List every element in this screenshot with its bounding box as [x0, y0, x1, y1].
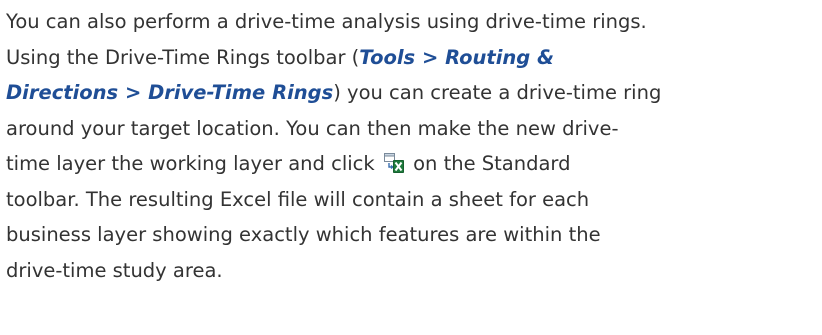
help-paragraph: You can also perform a drive-time analys… — [6, 4, 820, 288]
menu-path-drive-time-rings: Drive-Time Rings — [148, 81, 334, 104]
menu-path-tools: Tools — [359, 45, 416, 69]
text-line-1: You can also perform a drive-time analys… — [6, 10, 647, 33]
text-line-7: business layer showing exactly which fea… — [6, 223, 601, 246]
text-line-3: Directions > Drive-Time Rings) you can c… — [6, 81, 662, 104]
menu-separator: > — [415, 45, 446, 69]
text-line-8: drive-time study area. — [6, 258, 223, 282]
text-line-2: Using the Drive-Time Rings toolbar (Tool… — [6, 45, 555, 69]
text-line-6: toolbar. The resulting Excel file will c… — [6, 187, 590, 211]
text-line-5: time layer the working layer and click o… — [6, 152, 571, 175]
menu-path-directions: Directions — [6, 81, 119, 104]
export-to-excel-icon — [383, 152, 405, 174]
text-line-4: around your target location. You can the… — [6, 116, 619, 140]
menu-path-routing: Routing & — [445, 45, 555, 69]
menu-separator: > — [118, 81, 149, 104]
